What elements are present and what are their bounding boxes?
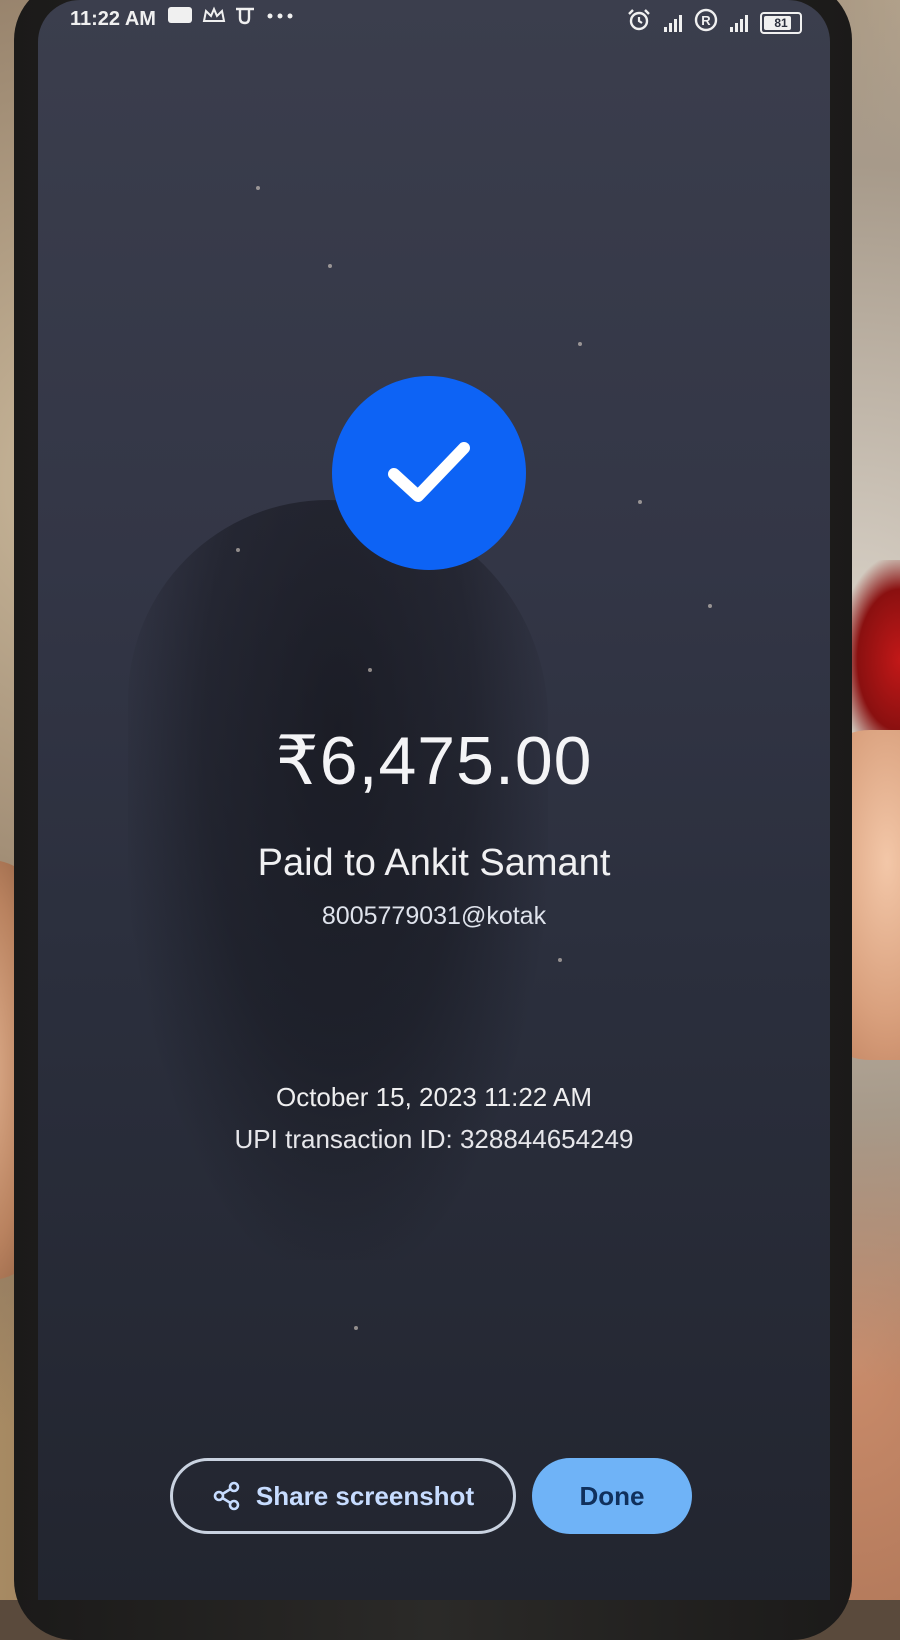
message-icon (168, 7, 192, 23)
phone-screen: 11:22 AM R 81 ₹6,475.00 Paid to Ankit Sa… (38, 0, 830, 1600)
upi-transaction-id: UPI transaction ID: 328844654249 (234, 1124, 634, 1154)
more-dots-icon (266, 6, 293, 24)
roaming-icon: R (694, 8, 718, 38)
signal-strength-icon-1 (664, 14, 682, 32)
signal-strength-icon-2 (730, 14, 748, 32)
payee-upi-id: 8005779031@kotak (321, 902, 547, 930)
crown-icon (202, 6, 226, 24)
dust-speck (236, 548, 240, 552)
roaming-label: R (701, 13, 711, 28)
status-time: 11:22 AM (70, 8, 156, 30)
devanagari-pe-icon (234, 6, 256, 25)
share-icon (213, 1481, 240, 1511)
done-label: Done (579, 1480, 645, 1511)
payment-amount: ₹6,475.00 (275, 723, 593, 799)
status-right-icons: R 81 (626, 8, 802, 38)
battery-icon: 81 (760, 12, 802, 34)
share-screenshot-button[interactable]: Share screenshot (170, 1458, 516, 1534)
dust-speck (638, 500, 642, 504)
dust-speck (354, 1326, 358, 1330)
done-button[interactable]: Done (532, 1458, 692, 1534)
dust-speck (328, 264, 332, 268)
alarm-icon (626, 8, 652, 38)
paid-to-label: Paid to Ankit Samant (257, 842, 611, 884)
dust-speck (708, 604, 712, 608)
status-bar: 11:22 AM R 81 (38, 0, 830, 44)
battery-level: 81 (774, 16, 788, 30)
check-icon (388, 442, 470, 502)
success-check-badge (332, 376, 526, 570)
share-screenshot-label: Share screenshot (255, 1480, 475, 1511)
status-left-icons (168, 6, 293, 25)
dust-speck (256, 186, 260, 190)
payment-datetime: October 15, 2023 11:22 AM (275, 1082, 593, 1112)
dust-speck (368, 668, 372, 672)
dust-speck (558, 958, 562, 962)
dust-speck (578, 342, 582, 346)
